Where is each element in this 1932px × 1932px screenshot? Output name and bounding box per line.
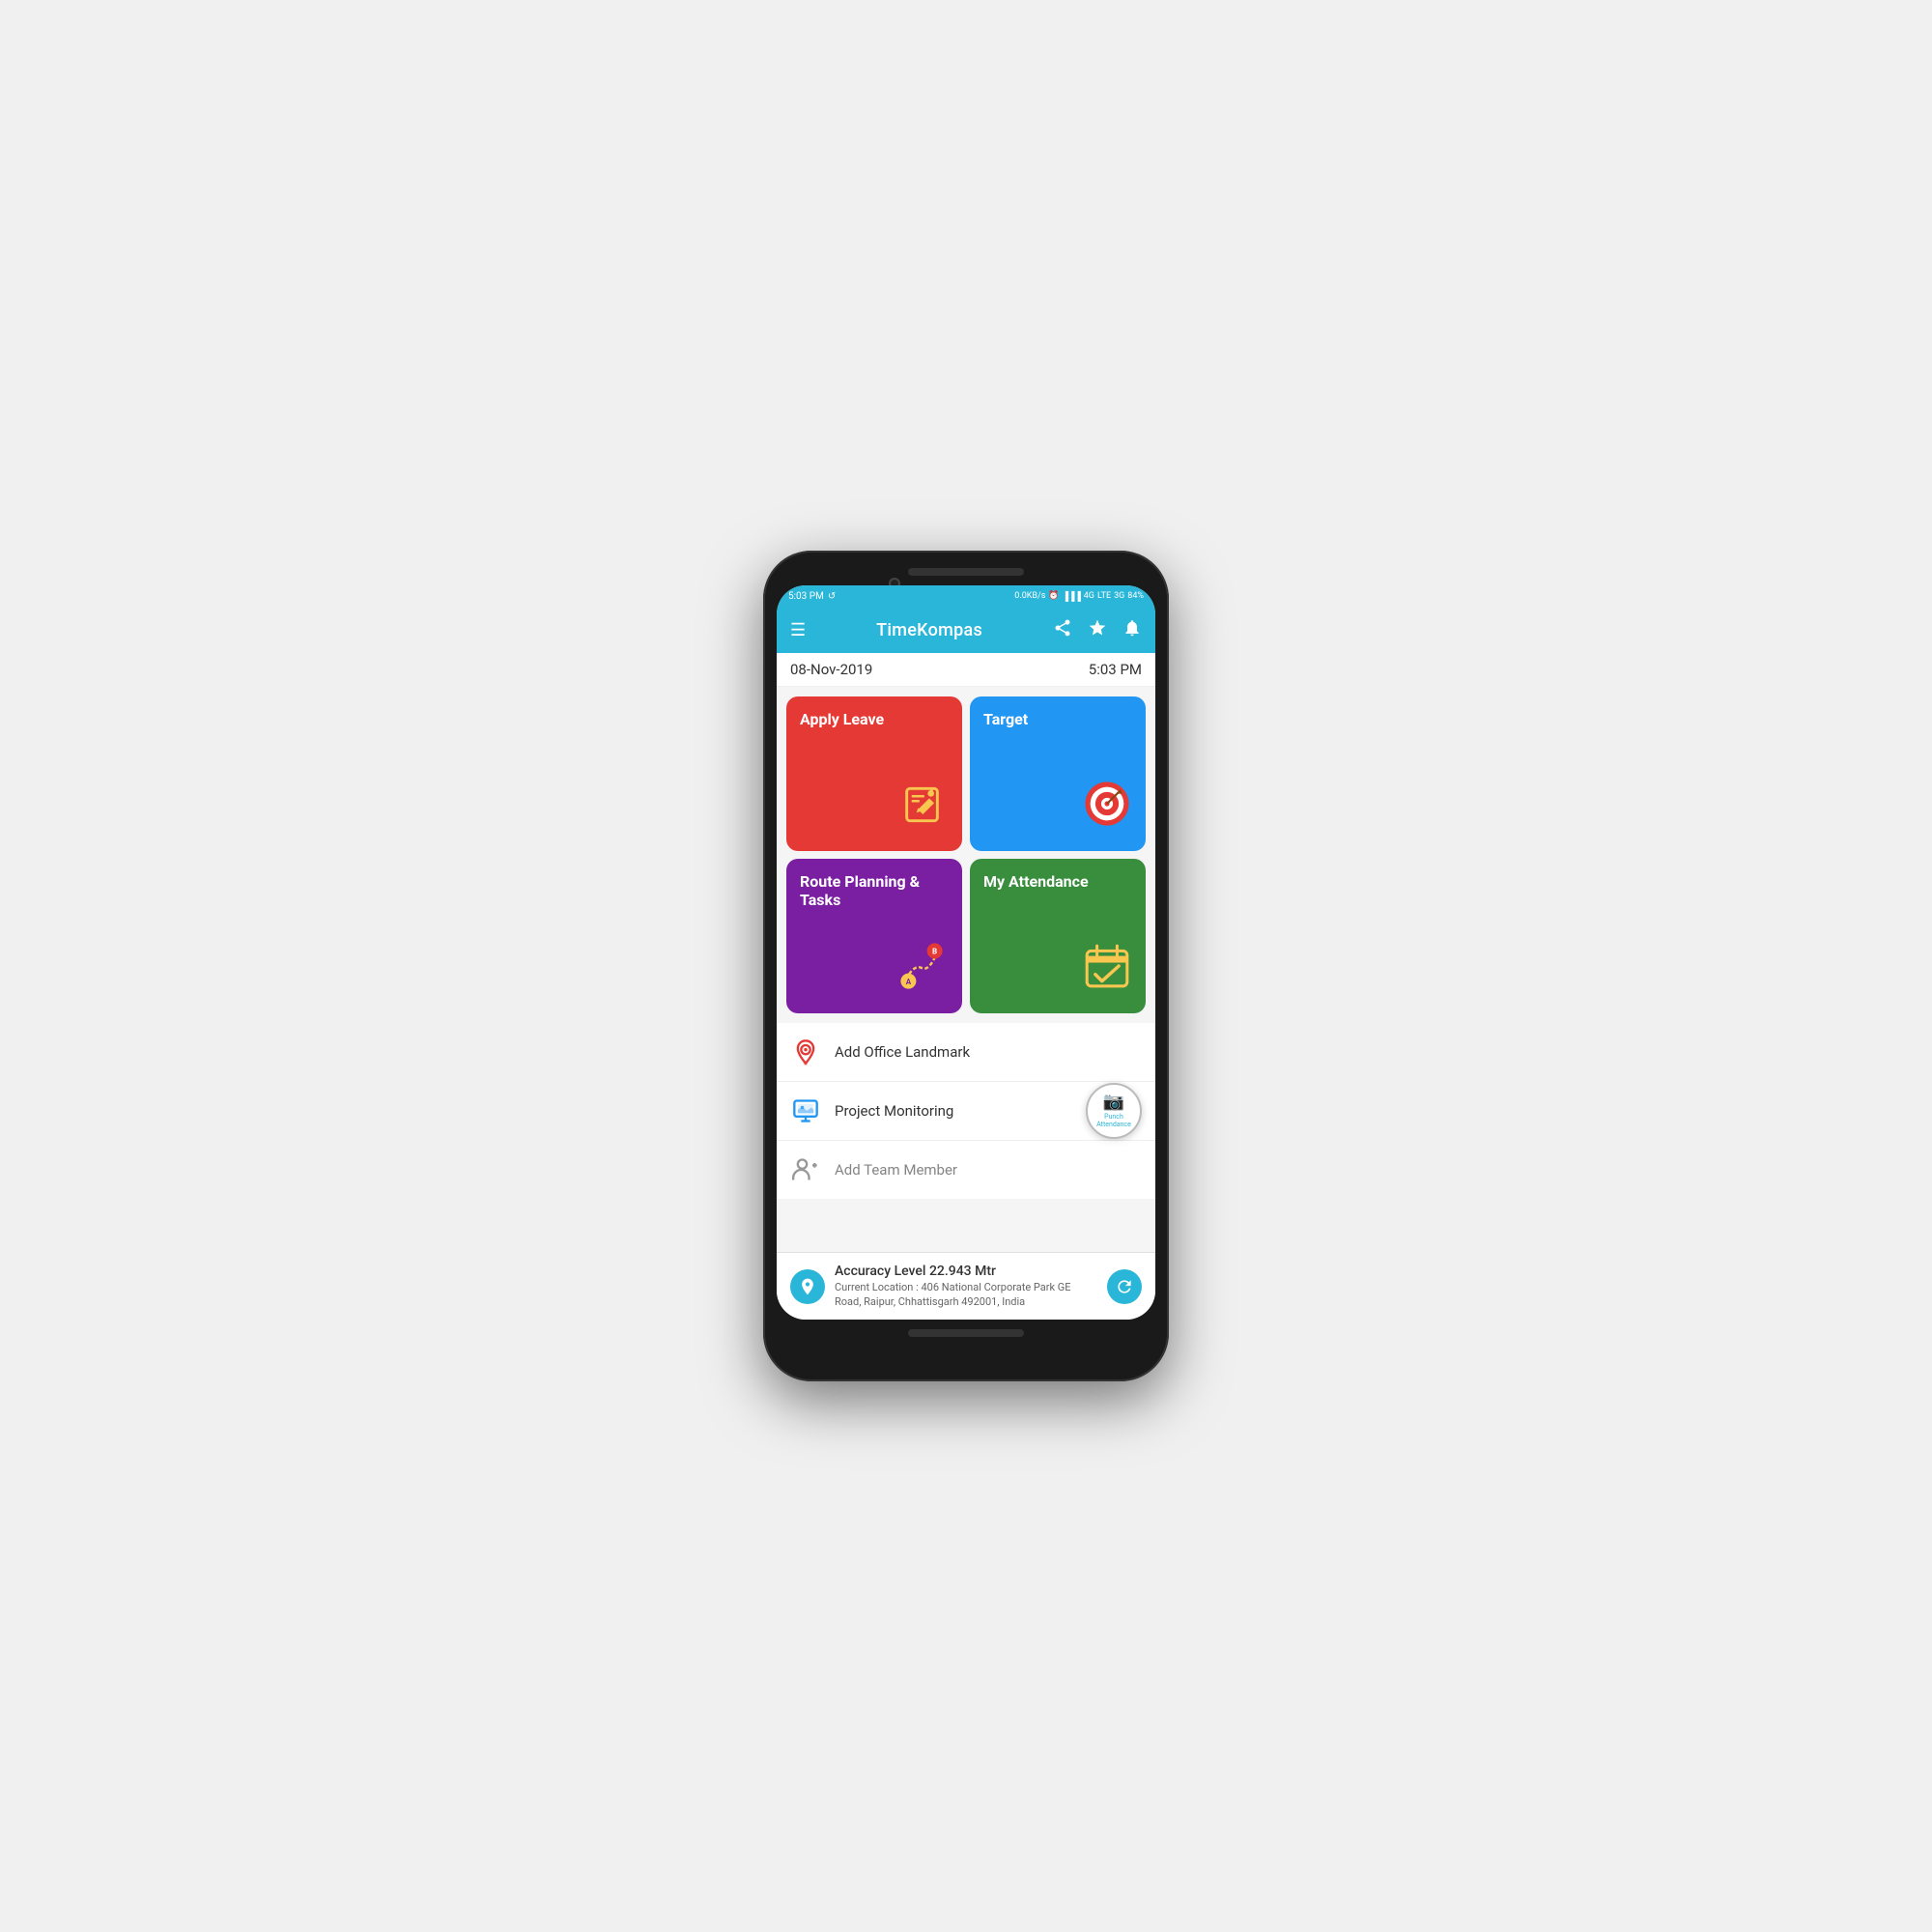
attendance-label: My Attendance (983, 872, 1132, 891)
status-alarm-icon: ⏰ (1048, 591, 1059, 601)
route-planning-card[interactable]: Route Planning & Tasks A B (786, 859, 962, 1013)
location-detail: Current Location : 406 National Corporat… (835, 1281, 1097, 1309)
monitor-icon (790, 1095, 821, 1126)
location-icon (790, 1269, 825, 1304)
punch-label: Punch Attendance (1088, 1114, 1140, 1128)
project-monitoring-text: Project Monitoring (835, 1102, 953, 1120)
project-monitoring-item[interactable]: Project Monitoring 📷 Punch Attendance (777, 1082, 1155, 1141)
app-bar: ☰ TimeKompas (777, 607, 1155, 653)
refresh-button[interactable] (1107, 1269, 1142, 1304)
person-icon (790, 1154, 821, 1185)
target-label: Target (983, 710, 1132, 728)
apply-leave-card[interactable]: Apply Leave (786, 696, 962, 851)
menu-grid: Apply Leave (777, 687, 1155, 1023)
status-sync-icon: ↺ (828, 591, 836, 602)
status-battery: 84% (1127, 591, 1144, 601)
current-date: 08-Nov-2019 (790, 661, 872, 678)
status-lte-icon: LTE (1097, 591, 1111, 601)
add-office-landmark-item[interactable]: Add Office Landmark (777, 1023, 1155, 1082)
add-team-member-text: Add Team Member (835, 1161, 957, 1179)
speaker-top (908, 568, 1024, 576)
status-bar: 5:03 PM ↺ 0.0KB/s ⏰ ▐▐▐ 4G LTE 3G 84% (777, 585, 1155, 607)
calendar-icon (1082, 941, 1132, 1000)
speaker-bottom (908, 1329, 1024, 1337)
punch-attendance-button[interactable]: 📷 Punch Attendance (1086, 1083, 1142, 1139)
svg-text:B: B (932, 948, 937, 956)
star-icon[interactable] (1088, 618, 1107, 642)
location-text-block: Accuracy Level 22.943 Mtr Current Locati… (835, 1264, 1097, 1309)
bell-icon[interactable] (1122, 618, 1142, 642)
list-section: Add Office Landmark (777, 1023, 1155, 1200)
apply-leave-label: Apply Leave (800, 710, 949, 728)
route-label: Route Planning & Tasks (800, 872, 949, 909)
route-icon: A B (895, 937, 949, 1000)
current-time: 5:03 PM (1089, 661, 1142, 678)
add-team-member-item[interactable]: Add Team Member (777, 1141, 1155, 1200)
main-content: Apply Leave (777, 687, 1155, 1252)
target-card[interactable]: Target (970, 696, 1146, 851)
target-icon (1082, 779, 1132, 838)
svg-text:A: A (906, 978, 912, 986)
status-3g-label: 3G (1114, 591, 1124, 601)
menu-icon[interactable]: ☰ (790, 620, 806, 640)
camera-icon: 📷 (1103, 1093, 1124, 1112)
phone-device: 5:03 PM ↺ 0.0KB/s ⏰ ▐▐▐ 4G LTE 3G 84% ☰ … (763, 551, 1169, 1381)
my-attendance-card[interactable]: My Attendance (970, 859, 1146, 1013)
phone-screen: 5:03 PM ↺ 0.0KB/s ⏰ ▐▐▐ 4G LTE 3G 84% ☰ … (777, 585, 1155, 1320)
share-icon[interactable] (1053, 618, 1072, 642)
status-4g-label: 4G (1084, 591, 1094, 601)
date-time-bar: 08-Nov-2019 5:03 PM (777, 653, 1155, 687)
app-title: TimeKompas (876, 620, 982, 640)
status-signal-icon: ▐▐▐ (1063, 591, 1081, 602)
add-office-landmark-text: Add Office Landmark (835, 1043, 970, 1061)
accuracy-text: Accuracy Level 22.943 Mtr (835, 1264, 1097, 1279)
location-pin-icon (790, 1037, 821, 1067)
edit-icon (900, 781, 949, 838)
bottom-location-bar: Accuracy Level 22.943 Mtr Current Locati… (777, 1252, 1155, 1320)
status-time: 5:03 PM (788, 591, 824, 602)
status-network: 0.0KB/s (1014, 591, 1045, 601)
